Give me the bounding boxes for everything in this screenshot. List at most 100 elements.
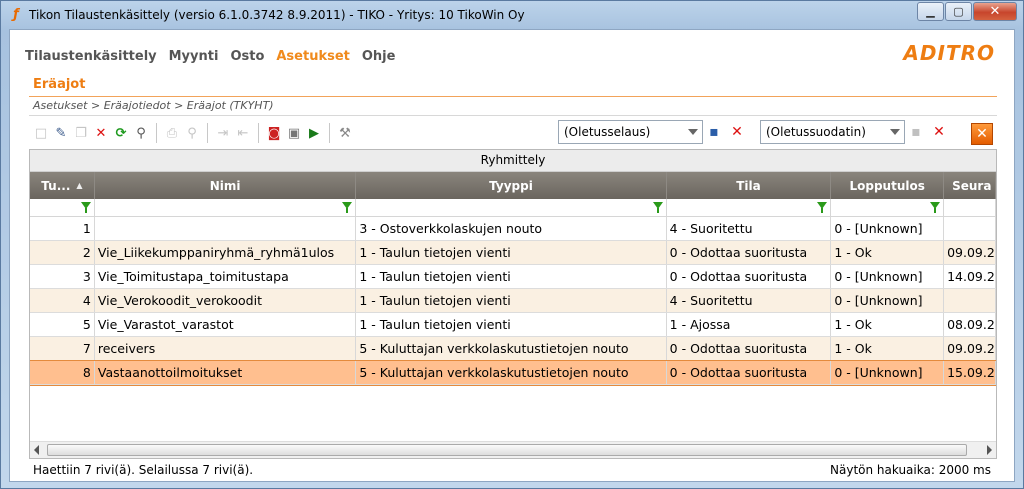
print-preview-icon[interactable]: ⚲ — [182, 123, 202, 143]
delete-icon[interactable]: ✕ — [91, 123, 111, 143]
filter-cell[interactable] — [667, 199, 832, 216]
grouping-bar[interactable]: Ryhmittely — [30, 150, 996, 172]
table-cell[interactable]: 0 - [Unknown] — [831, 289, 945, 312]
table-cell[interactable]: Vie_Liikekumppaniryhmä_ryhmä1ulos — [95, 241, 357, 264]
import-icon[interactable]: ⇤ — [233, 123, 253, 143]
delete-view-icon[interactable]: ✕ — [727, 121, 747, 143]
table-cell[interactable]: 0 - [Unknown] — [831, 361, 945, 384]
menu-item-ohje[interactable]: Ohje — [362, 49, 396, 64]
table-cell[interactable]: receivers — [95, 337, 357, 360]
table-cell[interactable]: 0 - Odottaa suoritusta — [667, 337, 832, 360]
table-row[interactable]: 8 Vastaanottoilmoitukset 5 - Kuluttajan ve… — [30, 360, 996, 386]
filter-cell[interactable] — [356, 199, 667, 216]
menu-item-myynti[interactable]: Myynti — [169, 49, 219, 64]
column-header-tyyppi[interactable]: Tyyppi — [356, 172, 667, 199]
stop-icon[interactable]: ◙ — [264, 123, 284, 143]
table-cell[interactable] — [944, 217, 996, 240]
column-header-lopputulos[interactable]: Lopputulos — [831, 172, 945, 199]
table-cell[interactable]: 09.09.2 — [944, 241, 996, 264]
table-cell[interactable]: 1 — [30, 217, 95, 240]
table-cell[interactable]: 1 - Ajossa — [667, 313, 832, 336]
table-cell[interactable]: Vie_Varastot_varastot — [95, 313, 357, 336]
table-cell[interactable]: 1 - Ok — [831, 241, 945, 264]
edit-icon[interactable]: ✎ — [51, 123, 71, 143]
search-icon[interactable]: ⚲ — [131, 123, 151, 143]
filter-cell[interactable] — [944, 199, 996, 216]
table-cell[interactable]: 1 - Ok — [831, 313, 945, 336]
filter-select[interactable]: (Oletussuodatin) — [760, 120, 905, 144]
new-icon[interactable]: □ — [31, 123, 51, 143]
table-cell[interactable]: 1 - Taulun tietojen vienti — [356, 241, 667, 264]
column-header-tunnus[interactable]: Tu... ▲ — [30, 172, 95, 199]
table-cell[interactable]: 5 - Kuluttajan verkkolaskutustietojen no… — [356, 337, 667, 360]
scroll-right-icon[interactable] — [987, 445, 992, 455]
table-row[interactable]: 1 3 - Ostoverkkolaskujen nouto 4 - Suorite… — [30, 217, 996, 241]
scrollbar-thumb[interactable] — [47, 444, 967, 456]
horizontal-scrollbar[interactable] — [30, 441, 996, 458]
filter-icon[interactable] — [930, 202, 941, 213]
table-cell[interactable]: Vastaanottoilmoitukset — [95, 361, 357, 384]
table-cell[interactable]: 15.09.2 — [944, 361, 996, 384]
column-header-nimi[interactable]: Nimi — [95, 172, 357, 199]
settings-icon[interactable]: ▣ — [284, 123, 304, 143]
table-cell[interactable]: 7 — [30, 337, 95, 360]
run-icon[interactable]: ▶ — [304, 123, 324, 143]
column-header-seuraava[interactable]: Seura — [944, 172, 996, 199]
table-cell[interactable]: 4 — [30, 289, 95, 312]
scroll-left-icon[interactable] — [34, 445, 39, 455]
table-cell[interactable]: 08.09.2 — [944, 313, 996, 336]
table-cell[interactable]: 0 - [Unknown] — [831, 265, 945, 288]
table-row[interactable]: 5 Vie_Varastot_varastot 1 - Taulun tietoje… — [30, 313, 996, 337]
delete-filter-icon[interactable]: ✕ — [929, 121, 949, 143]
column-header-tila[interactable]: Tila — [667, 172, 832, 199]
table-cell[interactable]: 8 — [30, 361, 95, 384]
table-cell[interactable]: 5 - Kuluttajan verkkolaskutustietojen no… — [356, 361, 667, 384]
copy-icon[interactable]: ❐ — [71, 123, 91, 143]
filter-icon[interactable] — [652, 202, 663, 213]
table-cell[interactable]: 0 - Odottaa suoritusta — [667, 241, 832, 264]
table-cell[interactable]: 1 - Taulun tietojen vienti — [356, 265, 667, 288]
table-cell[interactable]: 4 - Suoritettu — [667, 289, 832, 312]
table-row[interactable]: 7 receivers 5 - Kuluttajan verkkolaskutust… — [30, 337, 996, 361]
tools-icon[interactable]: ⚒ — [335, 123, 355, 143]
table-cell[interactable]: 3 - Ostoverkkolaskujen nouto — [356, 217, 667, 240]
title-bar[interactable]: ƒ Tikon Tilaustenkäsittely (versio 6.1.0… — [1, 1, 1023, 29]
print-icon[interactable]: ⎙ — [162, 123, 182, 143]
table-cell[interactable]: Vie_Verokoodit_verokoodit — [95, 289, 357, 312]
table-row[interactable]: 2 Vie_Liikekumppaniryhmä_ryhmä1ulos 1 - Ta… — [30, 241, 996, 265]
table-cell[interactable]: Vie_Toimitustapa_toimitustapa — [95, 265, 357, 288]
table-cell[interactable]: 0 - Odottaa suoritusta — [667, 361, 832, 384]
menu-item-tilaustenkasittely[interactable]: Tilaustenkäsittely — [25, 49, 157, 64]
table-cell[interactable]: 0 - Odottaa suoritusta — [667, 265, 832, 288]
filter-icon[interactable] — [817, 202, 828, 213]
table-row[interactable]: 3 Vie_Toimitustapa_toimitustapa 1 - Taulun… — [30, 265, 996, 289]
table-cell[interactable]: 5 — [30, 313, 95, 336]
refresh-icon[interactable]: ⟳ — [111, 123, 131, 143]
table-cell[interactable]: 1 - Taulun tietojen vienti — [356, 289, 667, 312]
table-cell[interactable] — [944, 289, 996, 312]
table-cell[interactable]: 14.09.2 — [944, 265, 996, 288]
view-select[interactable]: (Oletusselaus) — [558, 120, 703, 144]
table-cell[interactable]: 0 - [Unknown] — [831, 217, 945, 240]
table-cell[interactable] — [95, 217, 357, 240]
menu-item-asetukset[interactable]: Asetukset — [276, 49, 350, 64]
save-view-icon[interactable]: ▪ — [704, 121, 724, 143]
minimize-button[interactable]: ▁ — [917, 2, 944, 21]
table-row[interactable]: 4 Vie_Verokoodit_verokoodit 1 - Taulun tie… — [30, 289, 996, 313]
export-icon[interactable]: ⇥ — [213, 123, 233, 143]
filter-icon[interactable] — [80, 202, 91, 213]
table-cell[interactable]: 4 - Suoritettu — [667, 217, 832, 240]
save-filter-icon[interactable]: ▪ — [906, 121, 926, 143]
table-cell[interactable]: 2 — [30, 241, 95, 264]
filter-cell[interactable] — [95, 199, 357, 216]
filter-cell[interactable] — [831, 199, 945, 216]
close-view-button[interactable]: ✕ — [971, 123, 993, 145]
table-cell[interactable]: 3 — [30, 265, 95, 288]
filter-cell[interactable] — [30, 199, 95, 216]
table-cell[interactable]: 1 - Ok — [831, 337, 945, 360]
close-button[interactable]: ✕ — [973, 2, 1017, 21]
maximize-button[interactable]: ▢ — [945, 2, 972, 21]
menu-item-osto[interactable]: Osto — [230, 49, 264, 64]
filter-icon[interactable] — [342, 202, 353, 213]
table-cell[interactable]: 09.09.2 — [944, 337, 996, 360]
